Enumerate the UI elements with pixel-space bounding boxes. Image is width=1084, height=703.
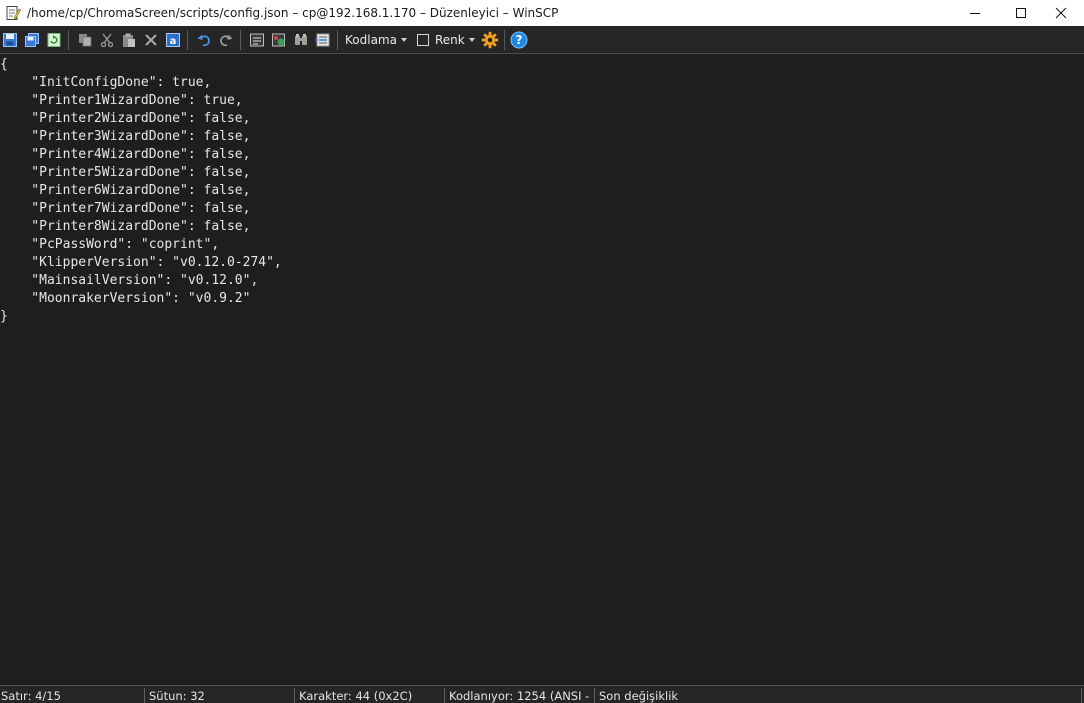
status-bar: Satır: 4/15 Sütun: 32 Karakter: 44 (0x2C… (0, 685, 1084, 703)
find-button[interactable] (247, 30, 267, 50)
code-line: "PcPassWord": "coprint", (0, 237, 220, 252)
help-button[interactable]: ? (509, 30, 529, 50)
status-column: Sütun: 32 (149, 689, 205, 703)
code-line: "Printer5WizardDone": false, (0, 165, 251, 180)
status-divider (594, 688, 595, 703)
find-next-button[interactable] (291, 30, 311, 50)
cut-icon (100, 33, 114, 47)
code-line: "Printer7WizardDone": false, (0, 201, 251, 216)
code-line: "Printer2WizardDone": false, (0, 111, 251, 126)
text-editor[interactable]: { "InitConfigDone": true, "Printer1Wizar… (0, 54, 1084, 685)
svg-text:a: a (170, 36, 177, 47)
maximize-icon (1016, 8, 1026, 18)
status-encoding: Kodlanıyor: 1254 (ANSI - T (449, 689, 591, 703)
color-dropdown[interactable]: Renk (414, 30, 478, 50)
delete-button[interactable] (141, 30, 161, 50)
code-line: "Printer8WizardDone": false, (0, 219, 251, 234)
code-line: "Printer4WizardDone": false, (0, 147, 251, 162)
settings-button[interactable] (480, 30, 500, 50)
toolbar-separator (187, 29, 188, 50)
find-icon (250, 33, 264, 46)
undo-icon (197, 34, 210, 46)
copy-button[interactable] (75, 30, 95, 50)
toolbar-separator (503, 29, 505, 50)
save-icon (3, 32, 17, 47)
replace-button[interactable] (269, 30, 289, 50)
cut-button[interactable] (97, 30, 117, 50)
toolbar-separator (240, 29, 241, 50)
code-line: "Printer3WizardDone": false, (0, 129, 251, 144)
encoding-dropdown-label: Kodlama (345, 32, 397, 47)
redo-button[interactable] (216, 30, 236, 50)
paste-icon (123, 33, 135, 47)
color-dropdown-label: Renk (434, 32, 465, 47)
code-line: "MainsailVersion": "v0.12.0", (0, 273, 259, 288)
encoding-dropdown[interactable]: Kodlama (342, 30, 410, 50)
undo-button[interactable] (194, 30, 214, 50)
status-modified: Son değişiklik (599, 689, 679, 703)
save-all-button[interactable] (22, 30, 42, 50)
editor-window: /home/cp/ChromaScreen/scripts/config.jso… (0, 0, 1084, 703)
select-all-icon: a (166, 32, 180, 47)
reload-button[interactable] (44, 30, 64, 50)
toolbar-separator (68, 29, 69, 50)
delete-icon (145, 33, 157, 46)
status-divider (444, 688, 445, 703)
toolbar-separator (337, 29, 338, 50)
select-all-button[interactable]: a (163, 30, 183, 50)
code-line: "InitConfigDone": true, (0, 75, 212, 90)
reload-icon (47, 32, 61, 47)
title-bar[interactable]: /home/cp/ChromaScreen/scripts/config.jso… (0, 0, 1084, 26)
code-line: "MoonrakerVersion": "v0.9.2" (0, 291, 251, 306)
redo-icon (220, 34, 233, 46)
code-line: } (0, 309, 8, 324)
toolbar: a Kodlama Renk ? (0, 26, 1084, 54)
editor-app-icon (5, 5, 21, 21)
chevron-down-icon (400, 37, 407, 42)
save-button[interactable] (0, 30, 20, 50)
code-line: "Printer6WizardDone": false, (0, 183, 251, 198)
goto-line-icon (315, 33, 330, 46)
minimize-button[interactable] (952, 0, 998, 26)
status-divider (144, 688, 145, 703)
code-line: "KlipperVersion": "v0.12.0-274", (0, 255, 282, 270)
status-line: Satır: 4/15 (1, 689, 61, 703)
help-icon: ? (510, 31, 528, 48)
goto-line-button[interactable] (313, 30, 333, 50)
close-button[interactable] (1038, 0, 1084, 26)
code-line: { (0, 57, 8, 72)
chevron-down-icon (468, 37, 475, 42)
status-character: Karakter: 44 (0x2C) (299, 689, 413, 703)
status-divider (294, 688, 295, 703)
close-icon (1055, 7, 1067, 19)
minimize-icon (970, 13, 980, 14)
svg-text:?: ? (515, 33, 522, 47)
color-checkbox[interactable] (416, 33, 429, 46)
find-next-icon (295, 33, 307, 45)
code-line: "Printer1WizardDone": true, (0, 93, 243, 108)
paste-button[interactable] (119, 30, 139, 50)
window-title: /home/cp/ChromaScreen/scripts/config.jso… (27, 6, 559, 20)
replace-icon (272, 33, 285, 46)
copy-icon (79, 33, 92, 46)
save-all-icon (25, 32, 39, 47)
status-divider (1081, 688, 1082, 703)
settings-icon (481, 31, 498, 48)
